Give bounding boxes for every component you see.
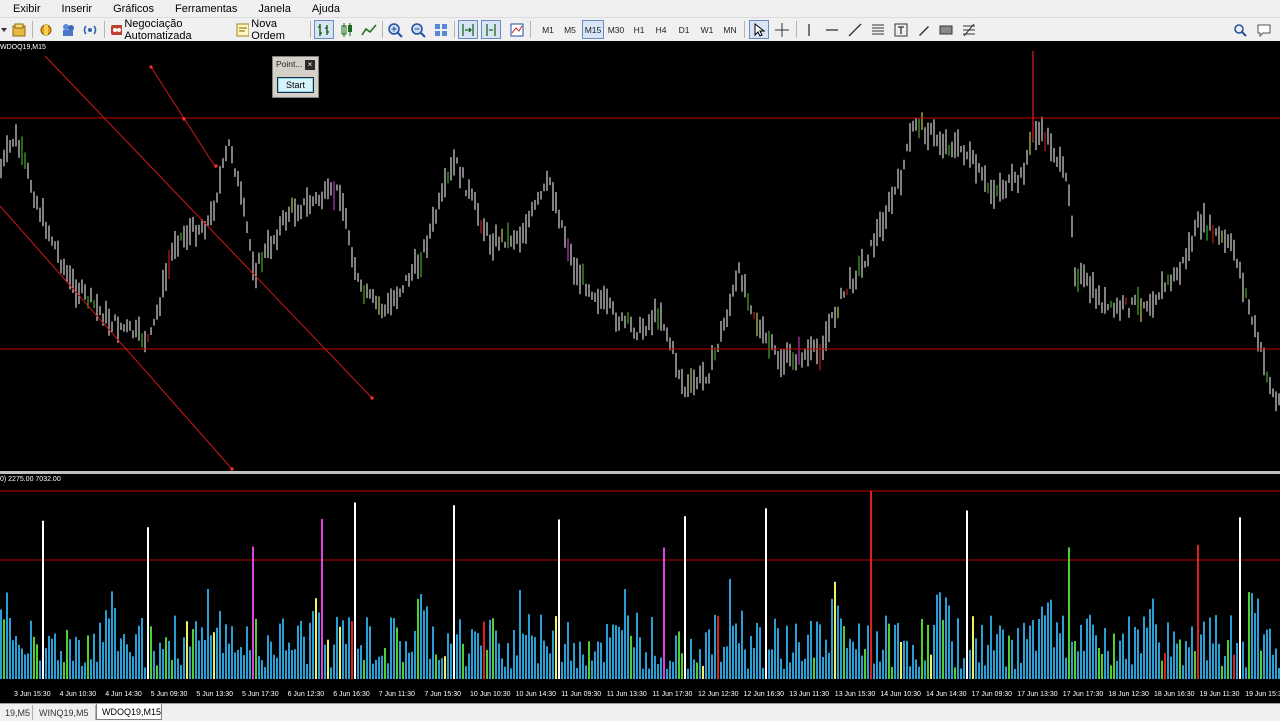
- time-axis-label: 12 Jun 16:30: [743, 691, 785, 698]
- trendline-anchor: [370, 396, 374, 400]
- time-axis: 3 Jun 15:30 4 Jun 10:30 4 Jun 14:30 5 Jun 0…: [0, 687, 1280, 703]
- line-chart-icon[interactable]: [359, 20, 379, 39]
- new-order-label: Nova Ordem: [251, 17, 285, 42]
- fibonacci-icon[interactable]: [959, 20, 979, 39]
- chart-window[interactable]: WDOQ19,M15 0) 2275.00 7032.00 3 Jun 15:3…: [0, 41, 1280, 703]
- time-axis-label: 7 Jun 15:30: [424, 691, 461, 698]
- time-axis-label: 5 Jun 09:30: [150, 691, 188, 698]
- trendline-anchor: [182, 117, 186, 121]
- indicators-icon[interactable]: [507, 20, 527, 39]
- chart-tabs: 19,M5 WINQ19,M5 WDOQ19,M15: [0, 703, 1280, 721]
- signals-icon[interactable]: [80, 20, 100, 39]
- menu-ferramentas[interactable]: Ferramentas: [163, 3, 246, 15]
- time-axis-label: 6 Jun 12:30: [287, 691, 325, 698]
- time-axis-label: 17 Jun 13:30: [1017, 691, 1058, 698]
- timeframe-m1[interactable]: M1: [537, 20, 559, 39]
- time-axis-label: 4 Jun 10:30: [59, 691, 97, 698]
- time-axis-label: 19 Jun 15:30: [1245, 691, 1280, 698]
- horizontal-line-icon[interactable]: [822, 20, 842, 39]
- point-panel[interactable]: Point... × Start: [272, 56, 319, 98]
- chat-icon[interactable]: [1254, 20, 1274, 39]
- menu-inserir[interactable]: Inserir: [50, 3, 102, 15]
- menu-graficos[interactable]: Gráficos: [101, 3, 163, 15]
- search-icon[interactable]: [1230, 20, 1250, 39]
- time-axis-label: 3 Jun 15:30: [14, 691, 51, 698]
- algo-trading-label: Negociação Automatizada: [124, 17, 192, 42]
- time-axis-label: 5 Jun 17:30: [242, 691, 279, 698]
- menu-ajuda[interactable]: Ajuda: [300, 3, 349, 15]
- draw-icon[interactable]: [914, 20, 934, 39]
- time-axis-label: 5 Jun 13:30: [196, 691, 233, 698]
- close-icon[interactable]: ×: [305, 60, 315, 70]
- timeframe-d1[interactable]: D1: [673, 20, 695, 39]
- zoom-in-icon[interactable]: [385, 20, 405, 39]
- equidistant-channel-icon[interactable]: [868, 20, 888, 39]
- volume-bars: [0, 490, 1280, 679]
- menu-exibir[interactable]: Exibir: [0, 3, 50, 15]
- volume-chart: [0, 490, 1280, 679]
- price-bars: [0, 112, 1280, 412]
- timeframe-h1[interactable]: H1: [628, 20, 650, 39]
- time-axis-label: 14 Jun 10:30: [880, 691, 921, 698]
- timeframe-w1[interactable]: W1: [696, 20, 718, 39]
- trendline-anchor: [214, 164, 218, 168]
- cursor-icon[interactable]: [749, 20, 769, 39]
- time-axis-label: 11 Jun 09:30: [561, 691, 602, 698]
- rectangle-icon[interactable]: [936, 20, 956, 39]
- timeframe-h4[interactable]: H4: [650, 20, 672, 39]
- time-axis-label: 11 Jun 17:30: [652, 691, 693, 698]
- time-axis-label: 17 Jun 09:30: [971, 691, 1013, 698]
- zoom-out-icon[interactable]: [408, 20, 428, 39]
- time-axis-label: 18 Jun 12:30: [1108, 691, 1149, 698]
- chart-shift-icon[interactable]: [481, 20, 501, 39]
- time-axis-label: 7 Jun 11:30: [378, 691, 415, 698]
- trendline-upper: [44, 55, 373, 399]
- trendline-lower: [0, 205, 233, 470]
- menu-janela[interactable]: Janela: [246, 3, 299, 15]
- candlestick-icon[interactable]: [337, 20, 357, 39]
- time-axis-label: 18 Jun 16:30: [1154, 691, 1195, 698]
- time-axis-label: 4 Jun 14:30: [105, 691, 142, 698]
- navigator-icon[interactable]: [58, 20, 78, 39]
- price-chart: [0, 51, 1280, 471]
- menu-bar: Exibir Inserir Gráficos Ferramentas Jane…: [0, 0, 1280, 17]
- bar-chart-icon[interactable]: [314, 20, 334, 39]
- time-axis-label: 19 Jun 11:30: [1199, 691, 1240, 698]
- toolbar: Negociação Automatizada Nova Ordem M1 M5…: [0, 17, 1280, 42]
- timeframe-m15[interactable]: M15: [582, 20, 604, 39]
- time-axis-label: 10 Jun 14:30: [515, 691, 557, 698]
- vertical-line-icon[interactable]: [799, 20, 819, 39]
- time-axis-label: 12 Jun 12:30: [698, 691, 739, 698]
- tab-chart-1[interactable]: 19,M5: [0, 705, 33, 720]
- tile-windows-icon[interactable]: [431, 20, 451, 39]
- start-button[interactable]: Start: [277, 77, 314, 93]
- tab-chart-2[interactable]: WINQ19,M5: [34, 705, 96, 720]
- time-axis-label: 14 Jun 14:30: [926, 691, 967, 698]
- time-axis-label: 11 Jun 13:30: [606, 691, 647, 698]
- panel-title: Point...: [276, 59, 303, 69]
- trendline-anchor: [149, 65, 153, 69]
- time-axis-label: 10 Jun 10:30: [470, 691, 511, 698]
- timeframe-mn[interactable]: MN: [719, 20, 741, 39]
- tab-chart-3[interactable]: WDOQ19,M15: [96, 704, 162, 720]
- time-axis-label: 17 Jun 17:30: [1062, 691, 1104, 698]
- chart-symbol-title: WDOQ19,M15: [0, 44, 46, 51]
- time-axis-label: 6 Jun 16:30: [333, 691, 370, 698]
- chart-overlays: [0, 51, 1280, 471]
- time-axis-label: 13 Jun 15:30: [834, 691, 876, 698]
- trendline-icon[interactable]: [845, 20, 865, 39]
- time-axis-label: 13 Jun 11:30: [789, 691, 830, 698]
- auto-scroll-icon[interactable]: [458, 20, 478, 39]
- algo-trading-button[interactable]: Negociação Automatizada: [109, 17, 231, 42]
- market-watch-icon[interactable]: [36, 20, 56, 39]
- timeframe-m5[interactable]: M5: [559, 20, 581, 39]
- profiles-icon[interactable]: [9, 20, 29, 39]
- crosshair-icon[interactable]: [772, 20, 792, 39]
- timeframe-m30[interactable]: M30: [605, 20, 627, 39]
- new-order-button[interactable]: Nova Ordem: [235, 17, 307, 42]
- volume-indicator-label: 0) 2275.00 7032.00: [0, 476, 61, 483]
- text-tool-icon[interactable]: [891, 20, 911, 39]
